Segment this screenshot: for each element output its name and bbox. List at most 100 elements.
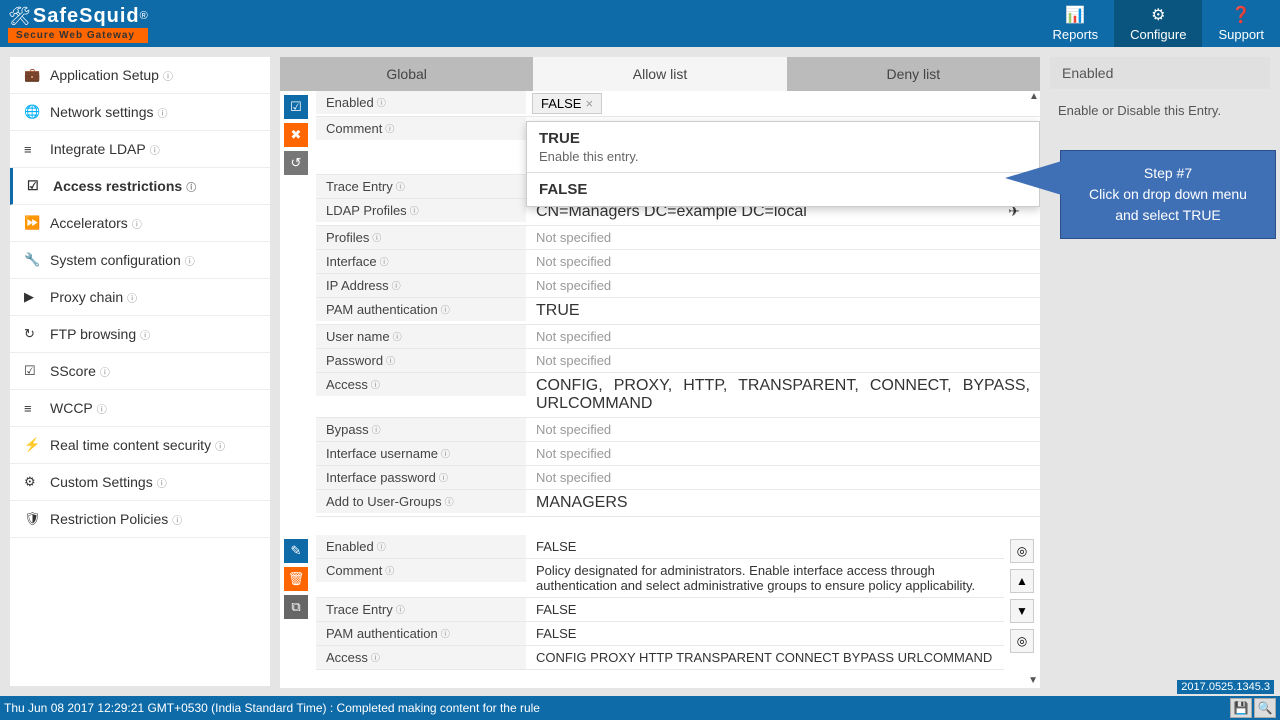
info-icon: ⓘ xyxy=(172,512,182,527)
entry-actions: ☑ ✖ ↺ xyxy=(280,91,316,517)
bolt-icon: ⚡ xyxy=(24,437,42,453)
entry-side-actions: ◎ ▲ ▼ ◎ xyxy=(1004,535,1040,670)
option-desc: Enable this entry. xyxy=(539,149,1027,164)
value-profiles[interactable]: Not specified xyxy=(526,226,1040,249)
sidebar-label: FTP browsing xyxy=(50,326,136,342)
sidebar-item-proxy-chain[interactable]: ▶Proxy chainⓘ xyxy=(10,279,270,316)
value-ifuser[interactable]: Not specified xyxy=(526,442,1040,465)
entry-actions: ✎ 🗑 ⧉ xyxy=(280,535,316,670)
wrench-icon: 🔧 xyxy=(24,252,42,268)
sidebar-label: System configuration xyxy=(50,252,181,268)
sidebar-label: Application Setup xyxy=(50,67,159,83)
option-title: TRUE xyxy=(539,130,1027,147)
sidebar-label: SScore xyxy=(50,363,96,379)
edit-button[interactable]: ✎ xyxy=(284,539,308,563)
refresh-icon: ↻ xyxy=(24,326,42,342)
enabled-dropdown[interactable]: FALSE× TRUE Enable this entry. xyxy=(526,91,1040,116)
sidebar-item-wccp[interactable]: ≡WCCPⓘ xyxy=(10,390,270,427)
gears-icon: ⚙ xyxy=(1151,5,1165,25)
brand-tagline: Secure Web Gateway xyxy=(8,28,148,43)
info-icon: ⓘ xyxy=(385,122,394,135)
search-icon[interactable]: 🔍 xyxy=(1254,698,1276,718)
value-groups[interactable]: MANAGERS xyxy=(526,490,1040,516)
sidebar-item-access-restrictions[interactable]: ☑Access restrictionsⓘ xyxy=(10,168,270,205)
info-icon: ⓘ xyxy=(380,255,389,268)
label-interface: Interface xyxy=(326,254,377,269)
value-username[interactable]: Not specified xyxy=(526,325,1040,348)
value-ip[interactable]: Not specified xyxy=(526,274,1040,297)
save-button[interactable]: ☑ xyxy=(284,95,308,119)
dropdown-option-false[interactable]: FALSE xyxy=(527,173,1039,206)
sidebar-label: Proxy chain xyxy=(50,289,123,305)
info-icon: ⓘ xyxy=(372,231,381,244)
label-pam: PAM authentication xyxy=(326,302,438,317)
info-icon: ⓘ xyxy=(386,354,395,367)
info-icon: ⓘ xyxy=(100,364,110,379)
sidebar-label: Accelerators xyxy=(50,215,128,231)
value-access[interactable]: CONFIG, PROXY, HTTP, TRANSPARENT, CONNEC… xyxy=(526,373,1040,417)
delete-button[interactable]: 🗑 xyxy=(284,567,308,591)
info-icon: ⓘ xyxy=(392,279,401,292)
label-password: Password xyxy=(326,353,383,368)
shield-icon: 🛡 xyxy=(24,511,42,527)
value-comment: Policy designated for administrators. En… xyxy=(526,559,1004,597)
value-bypass[interactable]: Not specified xyxy=(526,418,1040,441)
info-icon: ⓘ xyxy=(185,253,195,268)
target-button[interactable]: ◎ xyxy=(1010,539,1034,563)
info-icon: ⓘ xyxy=(445,495,454,508)
save-icon[interactable]: 💾 xyxy=(1230,698,1252,718)
value-pam[interactable]: TRUE xyxy=(526,298,1040,324)
info-icon: ⓘ xyxy=(163,68,173,83)
sidebar-item-restriction-policies[interactable]: 🛡Restriction Policiesⓘ xyxy=(10,501,270,538)
info-icon: ⓘ xyxy=(132,216,142,231)
sidebar-item-sscore[interactable]: ☑SScoreⓘ xyxy=(10,353,270,390)
value-ifpass[interactable]: Not specified xyxy=(526,466,1040,489)
version-label: 2017.0525.1345.3 xyxy=(1177,680,1274,694)
sidebar-item-integrate-ldap[interactable]: ≡Integrate LDAPⓘ xyxy=(10,131,270,168)
nav-support[interactable]: ❓ Support xyxy=(1202,0,1280,47)
list-icon: ≡ xyxy=(24,142,42,157)
sidebar: 💼Application Setupⓘ 🌐Network settingsⓘ ≡… xyxy=(10,57,270,686)
info-icon: ⓘ xyxy=(157,475,167,490)
revert-button[interactable]: ↺ xyxy=(284,151,308,175)
value-password[interactable]: Not specified xyxy=(526,349,1040,372)
label-ifuser: Interface username xyxy=(326,446,438,461)
sidebar-item-system-configuration[interactable]: 🔧 System configuration ⓘ xyxy=(10,242,270,279)
sidebar-item-real-time-content-security[interactable]: ⚡Real time content securityⓘ xyxy=(10,427,270,464)
dropdown-option-true[interactable]: TRUE Enable this entry. xyxy=(527,122,1039,172)
tab-allow-list[interactable]: Allow list xyxy=(533,57,786,91)
tutorial-callout: Step #7 Click on drop down menu and sele… xyxy=(1060,150,1276,239)
value-interface[interactable]: Not specified xyxy=(526,250,1040,273)
info-icon: ⓘ xyxy=(127,290,137,305)
sidebar-item-network-settings[interactable]: 🌐Network settingsⓘ xyxy=(10,94,270,131)
brand-name: SafeSquid xyxy=(33,5,140,28)
logo: 🛠 SafeSquid ® Secure Web Gateway xyxy=(8,5,148,43)
label-comment: Comment xyxy=(326,121,382,136)
sidebar-item-custom-settings[interactable]: ⚙Custom Settingsⓘ xyxy=(10,464,270,501)
clone-button[interactable]: ⧉ xyxy=(284,595,308,619)
scroll-down-icon[interactable]: ▼ xyxy=(1028,675,1038,686)
move-up-button[interactable]: ▲ xyxy=(1010,569,1034,593)
footer: Thu Jun 08 2017 12:29:21 GMT+0530 (India… xyxy=(0,696,1280,720)
sidebar-item-accelerators[interactable]: ⏩Acceleratorsⓘ xyxy=(10,205,270,242)
label-access: Access xyxy=(326,377,368,392)
sidebar-label: Real time content security xyxy=(50,437,211,453)
clear-icon[interactable]: × xyxy=(585,96,593,111)
info-icon: ⓘ xyxy=(439,471,448,484)
info-icon: ⓘ xyxy=(441,447,450,460)
move-down-button[interactable]: ▼ xyxy=(1010,599,1034,623)
tab-global[interactable]: Global xyxy=(280,57,533,91)
dropdown-selected[interactable]: FALSE× xyxy=(532,93,602,114)
info-icon: ⓘ xyxy=(377,540,386,553)
label-access: Access xyxy=(326,650,368,665)
nav-reports[interactable]: 📊 Reports xyxy=(1037,0,1115,47)
sidebar-item-application-setup[interactable]: 💼Application Setupⓘ xyxy=(10,57,270,94)
cancel-button[interactable]: ✖ xyxy=(284,123,308,147)
sidebar-label: WCCP xyxy=(50,400,93,416)
nav-configure[interactable]: ⚙ Configure xyxy=(1114,0,1202,47)
sidebar-item-ftp-browsing[interactable]: ↻FTP browsingⓘ xyxy=(10,316,270,353)
target-button-2[interactable]: ◎ xyxy=(1010,629,1034,653)
value-access: CONFIG PROXY HTTP TRANSPARENT CONNECT BY… xyxy=(526,646,1004,669)
tab-deny-list[interactable]: Deny list xyxy=(787,57,1040,91)
info-icon: ⓘ xyxy=(441,627,450,640)
